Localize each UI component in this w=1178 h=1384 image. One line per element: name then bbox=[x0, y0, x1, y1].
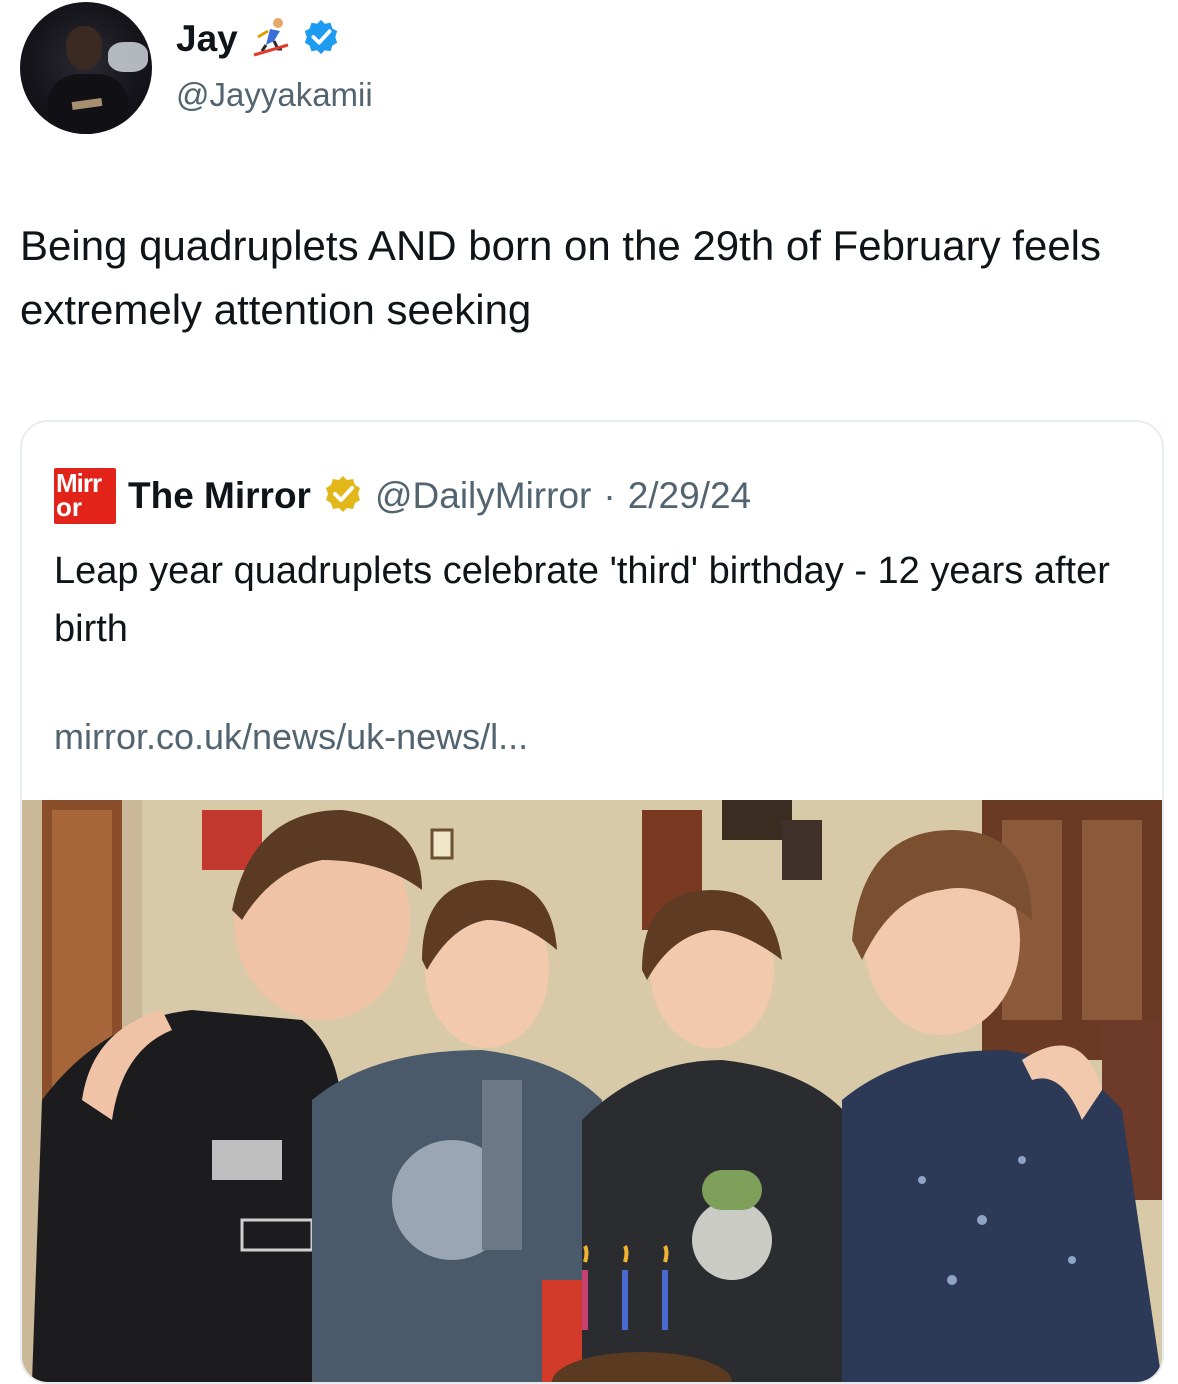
article-link[interactable]: mirror.co.uk/news/uk-news/l... bbox=[54, 716, 528, 758]
tweet: Jay @Jayyakamii Being quadruplets AND bo… bbox=[0, 0, 1178, 1384]
quoted-author-handle[interactable]: @DailyMirror bbox=[375, 475, 591, 517]
tweet-text: Being quadruplets AND born on the 29th o… bbox=[20, 222, 1102, 333]
author-name-row: Jay bbox=[176, 12, 340, 66]
quoted-tweet-text: Leap year quadruplets celebrate 'third' … bbox=[54, 550, 1110, 650]
mirror-logo[interactable]: Mirr or bbox=[54, 468, 116, 524]
quoted-tweet-card[interactable]: Mirr or The Mirror @DailyMirror · 2/29/2… bbox=[20, 420, 1164, 1384]
quoted-date[interactable]: 2/29/24 bbox=[628, 475, 751, 517]
avatar[interactable] bbox=[20, 2, 152, 134]
quoted-tweet-header: Mirr or The Mirror @DailyMirror · 2/29/2… bbox=[54, 466, 751, 526]
quoted-author-name[interactable]: The Mirror bbox=[128, 475, 311, 517]
skier-emoji-icon bbox=[248, 15, 292, 64]
avatar-head bbox=[66, 26, 102, 70]
four-boys-photo[interactable] bbox=[22, 800, 1162, 1382]
mirror-logo-line2: or bbox=[56, 492, 82, 522]
display-name[interactable]: Jay bbox=[176, 18, 238, 60]
separator-dot: · bbox=[603, 475, 616, 516]
author-handle[interactable]: @Jayyakamii bbox=[176, 76, 373, 114]
verified-badge-icon bbox=[302, 18, 340, 61]
avatar-hand bbox=[108, 42, 148, 72]
gold-verified-badge-icon bbox=[323, 474, 363, 519]
